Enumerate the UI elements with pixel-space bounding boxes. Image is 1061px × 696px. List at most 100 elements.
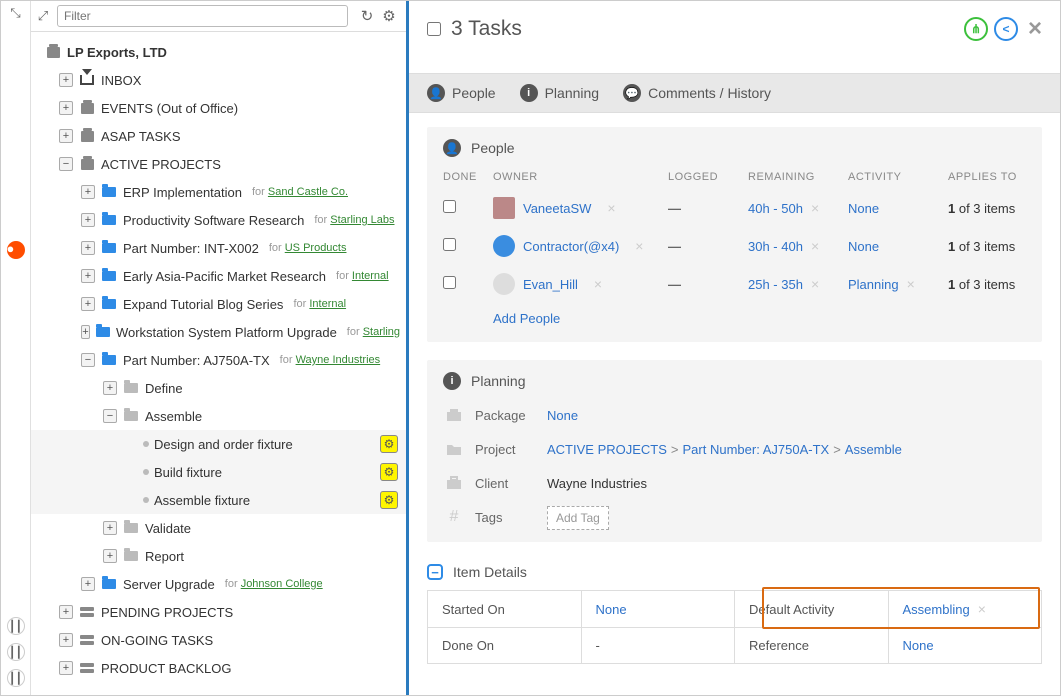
client-link[interactable]: Starling	[363, 326, 400, 338]
task-gear-badge[interactable]: ⚙	[380, 491, 398, 509]
tree-backlog[interactable]: + PRODUCT BACKLOG	[31, 654, 406, 682]
collapse-toggle[interactable]: −	[81, 353, 95, 367]
owner-link[interactable]: VaneetaSW	[523, 201, 591, 216]
clear-icon[interactable]: ×	[811, 276, 819, 292]
clear-icon[interactable]: ×	[811, 238, 819, 254]
expand-toggle[interactable]: +	[81, 213, 95, 227]
folder-icon	[123, 409, 139, 423]
owner-link[interactable]: Contractor(@x4)	[523, 239, 619, 254]
item-details-header[interactable]: − Item Details	[427, 560, 1042, 590]
tree-pending[interactable]: + PENDING PROJECTS	[31, 598, 406, 626]
add-tag-input[interactable]: Add Tag	[547, 506, 609, 530]
expand-toggle[interactable]: +	[81, 269, 95, 283]
client-link[interactable]: Sand Castle Co.	[268, 186, 348, 198]
tree-subfolder[interactable]: + Report	[31, 542, 406, 570]
tree-task[interactable]: Assemble fixture ⚙	[31, 486, 406, 514]
remaining-link[interactable]: 30h - 40h	[748, 239, 803, 254]
collapse-toggle[interactable]: −	[59, 157, 73, 171]
collapse-icon[interactable]: ⤡	[10, 5, 20, 21]
client-link[interactable]: Wayne Industries	[296, 354, 381, 366]
started-on-value[interactable]: None	[596, 602, 627, 617]
expand-toggle[interactable]: +	[81, 185, 95, 199]
activity-link[interactable]: None	[848, 201, 879, 216]
client-link[interactable]: Starling Labs	[330, 214, 394, 226]
tree-subfolder-assemble[interactable]: − Assemble	[31, 402, 406, 430]
tree-inbox[interactable]: + INBOX	[31, 66, 406, 94]
client-link[interactable]: Internal	[309, 298, 346, 310]
reference-value[interactable]: None	[903, 638, 934, 653]
tree-ongoing[interactable]: + ON-GOING TASKS	[31, 626, 406, 654]
remaining-link[interactable]: 25h - 35h	[748, 277, 803, 292]
close-icon[interactable]: ×	[1028, 15, 1042, 43]
package-value[interactable]: None	[547, 408, 1026, 423]
rss-button[interactable]: ⋔	[964, 17, 988, 41]
expand-icon[interactable]: ⤢	[35, 8, 51, 24]
clear-icon[interactable]: ×	[811, 200, 819, 216]
client-link[interactable]: Johnson College	[241, 578, 323, 590]
expand-toggle[interactable]: +	[59, 101, 73, 115]
tab-comments[interactable]: 💬Comments / History	[623, 84, 771, 102]
tree-project[interactable]: + Expand Tutorial Blog Series for Intern…	[31, 290, 406, 318]
tree-asap[interactable]: + ASAP TASKS	[31, 122, 406, 150]
expand-toggle[interactable]: +	[81, 297, 95, 311]
tree-task[interactable]: Build fixture ⚙	[31, 458, 406, 486]
expand-toggle[interactable]: +	[59, 633, 73, 647]
expand-toggle[interactable]: +	[103, 381, 117, 395]
client-link[interactable]: US Products	[285, 242, 347, 254]
expand-toggle[interactable]: +	[81, 241, 95, 255]
tree-project[interactable]: + Early Asia-Pacific Market Research for…	[31, 262, 406, 290]
expand-toggle[interactable]: +	[59, 661, 73, 675]
collapse-icon[interactable]: −	[427, 564, 443, 580]
expand-toggle[interactable]: +	[81, 577, 95, 591]
flame-icon[interactable]: ●	[7, 241, 25, 259]
tab-people[interactable]: 👤People	[427, 84, 496, 102]
owner-link[interactable]: Evan_Hill	[523, 277, 578, 292]
client-link[interactable]: Internal	[352, 270, 389, 282]
share-button[interactable]: <	[994, 17, 1018, 41]
tree-subfolder[interactable]: + Validate	[31, 514, 406, 542]
refresh-icon[interactable]: ↻	[358, 7, 376, 25]
clear-icon[interactable]: ×	[907, 276, 915, 292]
expand-toggle[interactable]: +	[81, 325, 90, 339]
tree-active-projects[interactable]: − ACTIVE PROJECTS	[31, 150, 406, 178]
expand-toggle[interactable]: +	[103, 549, 117, 563]
activity-link[interactable]: None	[848, 239, 879, 254]
tree-project[interactable]: + Part Number: INT-X002 for US Products	[31, 234, 406, 262]
tree-project[interactable]: + Server Upgrade for Johnson College	[31, 570, 406, 598]
expand-toggle[interactable]: +	[103, 521, 117, 535]
task-gear-badge[interactable]: ⚙	[380, 463, 398, 481]
done-checkbox[interactable]	[443, 200, 456, 213]
tree-subfolder[interactable]: + Define	[31, 374, 406, 402]
default-activity-value[interactable]: Assembling	[903, 602, 970, 617]
tree-task[interactable]: Design and order fixture ⚙	[31, 430, 406, 458]
hash-icon: #	[443, 508, 465, 526]
remove-owner-icon[interactable]: ×	[607, 200, 615, 216]
expand-toggle[interactable]: +	[59, 73, 73, 87]
task-gear-badge[interactable]: ⚙	[380, 435, 398, 453]
tree-project[interactable]: + Workstation System Platform Upgrade fo…	[31, 318, 406, 346]
clear-icon[interactable]: ×	[978, 601, 986, 617]
pause-icon-3[interactable]: ┃┃	[7, 669, 25, 687]
done-checkbox[interactable]	[443, 238, 456, 251]
filter-input[interactable]	[57, 5, 348, 27]
tab-planning[interactable]: iPlanning	[520, 84, 600, 102]
add-people-link[interactable]: Add People	[427, 303, 1042, 334]
expand-toggle[interactable]: +	[59, 129, 73, 143]
tree-events[interactable]: + EVENTS (Out of Office)	[31, 94, 406, 122]
gear-icon[interactable]: ⚙	[380, 7, 398, 25]
remove-owner-icon[interactable]: ×	[594, 276, 602, 292]
activity-link[interactable]: Planning	[848, 277, 899, 292]
collapse-toggle[interactable]: −	[103, 409, 117, 423]
done-checkbox[interactable]	[443, 276, 456, 289]
tree-project[interactable]: + ERP Implementation for Sand Castle Co.	[31, 178, 406, 206]
expand-toggle[interactable]: +	[59, 605, 73, 619]
project-breadcrumb[interactable]: ACTIVE PROJECTS>Part Number: AJ750A-TX>A…	[547, 442, 1026, 457]
tree-project-expanded[interactable]: − Part Number: AJ750A-TX for Wayne Indus…	[31, 346, 406, 374]
remove-owner-icon[interactable]: ×	[635, 238, 643, 254]
tree-project[interactable]: + Productivity Software Research for Sta…	[31, 206, 406, 234]
select-all-checkbox[interactable]	[427, 22, 441, 36]
remaining-link[interactable]: 40h - 50h	[748, 201, 803, 216]
pause-icon-1[interactable]: ┃┃	[7, 617, 25, 635]
pause-icon-2[interactable]: ┃┃	[7, 643, 25, 661]
tree-root[interactable]: LP Exports, LTD	[31, 38, 406, 66]
